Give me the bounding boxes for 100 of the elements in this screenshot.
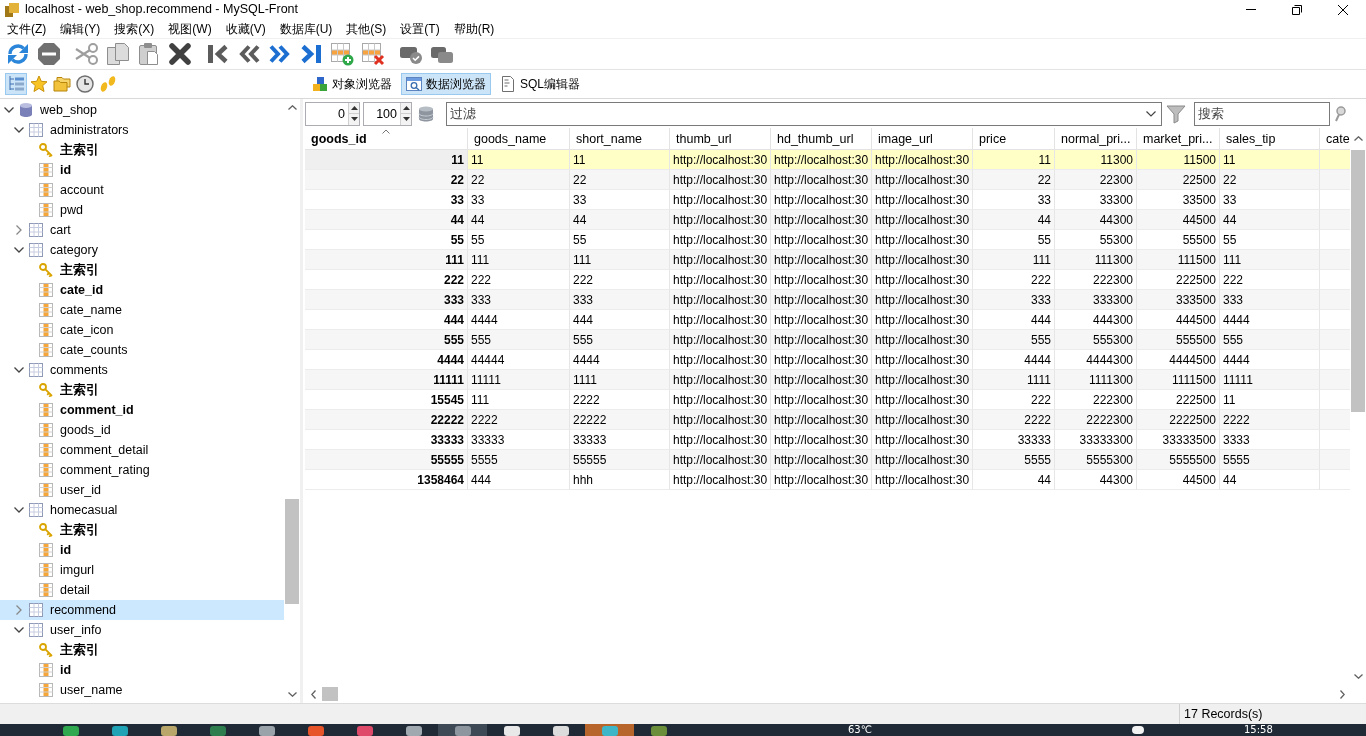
chevron-down-icon[interactable] (14, 627, 24, 633)
chevron-right-icon[interactable] (16, 225, 22, 235)
app-icon[interactable] (62, 726, 79, 736)
table-row[interactable]: 22222 2222 22222 http://localhost:30 http://localhost:30 http://localhost:30 2222 2222300 2222500 2222 (305, 410, 1350, 430)
column-header[interactable]: price (973, 128, 1055, 149)
menu-item[interactable]: 视图(W) (161, 20, 219, 37)
menu-item[interactable]: 搜索(X) (107, 20, 162, 37)
tree-item[interactable]: user_info (0, 620, 284, 640)
filter-combobox[interactable]: 过滤 (446, 101, 1162, 126)
column-header[interactable]: image_url (872, 128, 973, 149)
tree-item[interactable]: administrators (0, 120, 284, 140)
column-header[interactable]: market_pri... (1137, 128, 1220, 149)
table-row[interactable]: 44 44 44 http://localhost:30 http://localhost:30 http://localhost:30 44 44300 44500 44 (305, 210, 1350, 230)
scrollbar-thumb[interactable] (1351, 150, 1365, 412)
tree-item[interactable]: comment_detail (0, 440, 284, 460)
table-row[interactable]: 222 222 222 http://localhost:30 http://localhost:30 http://localhost:30 222 222300 222500 222 (305, 270, 1350, 290)
tree-item[interactable]: 主索引 (0, 260, 284, 280)
table-row[interactable]: 4444 44444 4444 http://localhost:30 http://localhost:30 http://localhost:30 4444 4444300 4444500 4444 (305, 350, 1350, 370)
tab[interactable]: SQL编辑器 (495, 73, 585, 95)
chevron-down-icon[interactable] (14, 127, 24, 133)
restore-icon[interactable] (1292, 4, 1302, 15)
tree-item[interactable]: cart (0, 220, 284, 240)
table-row[interactable]: 55 55 55 http://localhost:30 http://localhost:30 http://localhost:30 55 55300 55500 55 (305, 230, 1350, 250)
app-icon[interactable] (503, 726, 520, 736)
table-row[interactable]: 22 22 22 http://localhost:30 http://localhost:30 http://localhost:30 22 22300 22500 22 (305, 170, 1350, 190)
menu-item[interactable]: 编辑(Y) (53, 20, 108, 37)
table-row[interactable]: 15545 111 2222 http://localhost:30 http://localhost:30 http://localhost:30 222 222300 222500 11 (305, 390, 1350, 410)
tree-item[interactable]: id (0, 540, 284, 560)
menu-item[interactable]: 设置(T) (393, 20, 447, 37)
sort-caret-icon[interactable] (382, 129, 390, 134)
table-row[interactable]: 1358464 444 hhh http://localhost:30 http://localhost:30 http://localhost:30 44 44300 44500 44 (305, 470, 1350, 490)
tree-item[interactable]: 主索引 (0, 640, 284, 660)
column-header[interactable]: sales_tip (1220, 128, 1320, 149)
menu-item[interactable]: 其他(S) (339, 20, 394, 37)
tree-item[interactable]: comment_rating (0, 460, 284, 480)
chevron-down-icon[interactable] (14, 247, 24, 253)
tree-item[interactable]: comment_id (0, 400, 284, 420)
tree-item[interactable]: 主索引 (0, 380, 284, 400)
app-icon[interactable] (552, 726, 569, 736)
tree-item[interactable]: id (0, 660, 284, 680)
tree-item[interactable]: imgurl (0, 560, 284, 580)
table-row[interactable]: 11111 11111 1111 http://localhost:30 http://localhost:30 http://localhost:30 1111 1111300 1111500 11111 (305, 370, 1350, 390)
close-icon[interactable] (1338, 4, 1348, 15)
window-magnifier-icon[interactable] (406, 76, 422, 92)
tree-item[interactable]: pwd (0, 200, 284, 220)
tree-item[interactable]: detail (0, 580, 284, 600)
column-header[interactable]: goods_id (305, 128, 468, 149)
chevron-down-icon[interactable] (1146, 110, 1156, 117)
column-header[interactable]: thumb_url (670, 128, 771, 149)
chevron-down-icon[interactable] (4, 107, 14, 113)
tab[interactable]: 对象浏览器 (307, 73, 397, 95)
chevron-down-icon[interactable] (14, 507, 24, 513)
tab[interactable]: 数据浏览器 (401, 73, 491, 95)
tree-item[interactable]: account (0, 180, 284, 200)
menu-item[interactable]: 数据库(U) (272, 20, 340, 37)
app-icon[interactable] (258, 726, 275, 736)
tree-item[interactable]: user_id (0, 480, 284, 500)
triangle-down-icon[interactable] (350, 117, 358, 122)
spin-down-button[interactable] (349, 113, 359, 125)
table-row[interactable]: 33 33 33 http://localhost:30 http://localhost:30 http://localhost:30 33 33300 33500 33 (305, 190, 1350, 210)
tree-item[interactable]: cate_name (0, 300, 284, 320)
table-row[interactable]: 555 555 555 http://localhost:30 http://localhost:30 http://localhost:30 555 555300 555500 555 (305, 330, 1350, 350)
chevron-right-icon[interactable] (16, 605, 22, 615)
tree-item[interactable]: web_shop (0, 100, 284, 120)
tree-item[interactable]: recommend (0, 600, 284, 620)
column-header[interactable]: cate (1320, 128, 1350, 149)
search-icon[interactable] (1334, 105, 1346, 122)
table-row[interactable]: 11 11 11 http://localhost:30 http://localhost:30 http://localhost:30 11 11300 11500 11 (305, 150, 1350, 170)
table-row[interactable]: 333 333 333 http://localhost:30 http://localhost:30 http://localhost:30 333 333300 333500 333 (305, 290, 1350, 310)
tree-item[interactable]: 主索引 (0, 140, 284, 160)
tree-item[interactable]: cate_counts (0, 340, 284, 360)
document-icon[interactable] (500, 76, 516, 92)
disc-stack-icon[interactable] (418, 105, 434, 122)
spin-down-button[interactable] (401, 113, 411, 125)
triangle-down-icon[interactable] (402, 117, 410, 122)
scrollbar-thumb[interactable] (322, 687, 338, 701)
table-row[interactable]: 55555 5555 55555 http://localhost:30 http://localhost:30 http://localhost:30 5555 5555300 5555500 5555 (305, 450, 1350, 470)
cubes-icon[interactable] (312, 76, 328, 92)
menu-item[interactable]: 帮助(R) (446, 20, 502, 37)
chevron-down-icon[interactable] (14, 367, 24, 373)
tree-item[interactable]: comments (0, 360, 284, 380)
funnel-icon[interactable] (1166, 103, 1186, 124)
tree-item[interactable]: homecasual (0, 500, 284, 520)
menu-item[interactable]: 文件(Z) (0, 20, 54, 37)
scrollbar-thumb[interactable] (285, 499, 299, 604)
column-header[interactable]: short_name (570, 128, 670, 149)
app-icon[interactable] (405, 726, 422, 736)
table-row[interactable]: 111 111 111 http://localhost:30 http://localhost:30 http://localhost:30 111 111300 111500 111 (305, 250, 1350, 270)
app-icon[interactable] (111, 726, 128, 736)
app-icon[interactable] (160, 726, 177, 736)
tree-item[interactable]: cate_icon (0, 320, 284, 340)
column-header[interactable]: hd_thumb_url (771, 128, 872, 149)
table-row[interactable]: 33333 33333 33333 http://localhost:30 http://localhost:30 http://localhost:30 33333 33333300 33333500 3333 (305, 430, 1350, 450)
tree-item[interactable]: cate_id (0, 280, 284, 300)
search-field[interactable]: 搜索 (1194, 101, 1330, 126)
menu-item[interactable]: 收藏(V) (218, 20, 273, 37)
tree-item[interactable]: goods_id (0, 420, 284, 440)
column-header[interactable]: normal_pri... (1055, 128, 1137, 149)
tree-item[interactable]: category (0, 240, 284, 260)
table-row[interactable]: 444 4444 444 http://localhost:30 http://localhost:30 http://localhost:30 444 444300 444500 4444 (305, 310, 1350, 330)
